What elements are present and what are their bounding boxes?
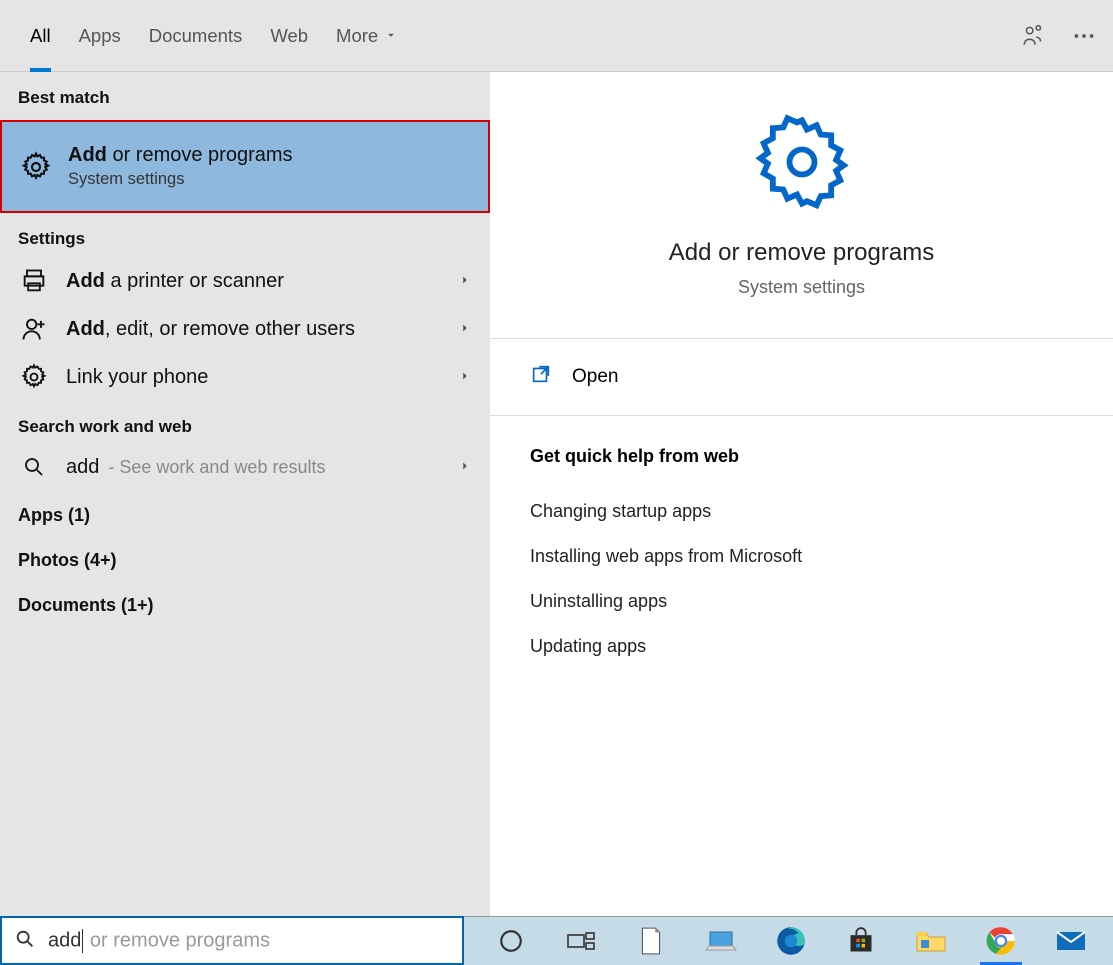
documents-category[interactable]: Documents (1+) <box>0 579 490 624</box>
task-view-icon[interactable] <box>546 917 616 965</box>
filter-documents[interactable]: Documents <box>135 0 257 72</box>
filter-all[interactable]: All <box>16 0 65 72</box>
result-label: Link your phone <box>66 366 208 389</box>
chevron-right-icon <box>458 369 472 386</box>
mail-icon[interactable] <box>1036 917 1106 965</box>
search-suggestion-text: or remove programs <box>84 929 270 951</box>
filter-web[interactable]: Web <box>256 0 322 72</box>
cortana-icon[interactable] <box>476 917 546 965</box>
best-match-title: Add or remove programs <box>68 144 293 167</box>
search-web-header: Search work and web <box>0 401 490 445</box>
settings-header: Settings <box>0 213 490 257</box>
filter-more[interactable]: More <box>322 0 412 72</box>
settings-item-printer[interactable]: Add a printer or scanner <box>0 257 490 305</box>
result-label: Add a printer or scanner <box>66 270 284 293</box>
best-match-header: Best match <box>0 72 490 116</box>
quick-help-link[interactable]: Installing web apps from Microsoft <box>530 534 1073 579</box>
search-icon <box>14 928 36 953</box>
printer-icon <box>18 267 50 295</box>
gear-icon <box>20 150 52 184</box>
preview-header: Add or remove programs System settings <box>490 72 1113 339</box>
taskbar-search-box[interactable]: add or remove programs <box>0 916 464 965</box>
best-match-result[interactable]: Add or remove programs System settings <box>0 120 490 213</box>
quick-help-link[interactable]: Updating apps <box>530 624 1073 669</box>
results-column: Best match Add or remove programs System… <box>0 72 490 916</box>
feedback-icon[interactable] <box>1021 23 1047 49</box>
apps-category[interactable]: Apps (1) <box>0 489 490 534</box>
photos-category[interactable]: Photos (4+) <box>0 534 490 579</box>
open-label: Open <box>572 366 618 388</box>
edge-icon[interactable] <box>756 917 826 965</box>
web-search-item[interactable]: add - See work and web results <box>0 445 490 489</box>
search-typed-text: add <box>48 929 81 951</box>
settings-item-users[interactable]: Add, edit, or remove other users <box>0 305 490 353</box>
gear-icon <box>18 363 50 391</box>
quick-help-section: Get quick help from web Changing startup… <box>490 416 1113 699</box>
quick-help-header: Get quick help from web <box>530 446 1073 467</box>
gear-icon <box>752 112 852 215</box>
chrome-icon[interactable] <box>966 917 1036 965</box>
open-button[interactable]: Open <box>490 339 1113 416</box>
preview-column: Add or remove programs System settings O… <box>490 72 1113 916</box>
chevron-right-icon <box>458 459 472 476</box>
quick-help-link[interactable]: Changing startup apps <box>530 489 1073 534</box>
chevron-right-icon <box>458 321 472 338</box>
more-options-icon[interactable] <box>1071 23 1097 49</box>
file-explorer-icon[interactable] <box>896 917 966 965</box>
preview-title: Add or remove programs <box>669 239 934 267</box>
search-icon <box>18 455 50 479</box>
quick-help-link[interactable]: Uninstalling apps <box>530 579 1073 624</box>
open-icon <box>530 363 552 391</box>
laptop-icon[interactable] <box>686 917 756 965</box>
best-match-subtitle: System settings <box>68 170 293 189</box>
preview-subtitle: System settings <box>738 277 865 298</box>
libreoffice-icon[interactable] <box>616 917 686 965</box>
result-label: add - See work and web results <box>66 456 325 479</box>
chevron-down-icon <box>384 25 398 47</box>
microsoft-store-icon[interactable] <box>826 917 896 965</box>
filter-apps[interactable]: Apps <box>65 0 135 72</box>
filter-bar: All Apps Documents Web More <box>0 0 1113 72</box>
chevron-right-icon <box>458 273 472 290</box>
windows-search-panel: All Apps Documents Web More <box>0 0 1113 916</box>
result-label: Add, edit, or remove other users <box>66 318 355 341</box>
settings-item-link-phone[interactable]: Link your phone <box>0 353 490 401</box>
user-plus-icon <box>18 315 50 343</box>
